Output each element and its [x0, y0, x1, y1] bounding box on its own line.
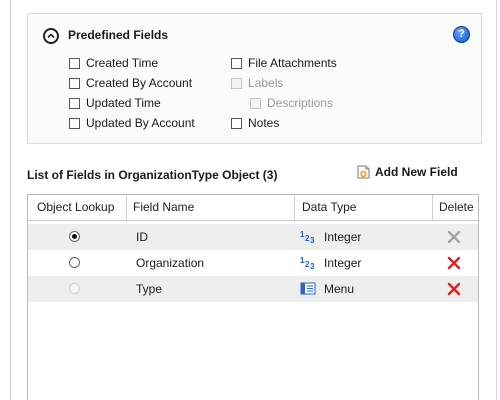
checkbox-box[interactable] [231, 57, 242, 69]
column-divider [432, 195, 433, 220]
table-row: Type Menu [28, 276, 478, 302]
checkbox-updated-by-account[interactable]: Updated By Account [69, 116, 195, 130]
field-name-cell: ID [136, 230, 148, 244]
column-data-type[interactable]: Data Type [302, 195, 356, 220]
data-type-cell: Menu [324, 282, 355, 296]
object-lookup-radio[interactable] [69, 231, 80, 242]
checkbox-notes[interactable]: Notes [231, 116, 279, 130]
checkbox-created-by-account[interactable]: Created By Account [69, 76, 192, 90]
add-new-field-label: Add New Field [375, 165, 458, 179]
checkbox-label: Notes [248, 116, 280, 130]
checkbox-file-attachments[interactable]: File Attachments [231, 56, 337, 70]
predefined-fields-panel: Predefined Fields ? Created Time Created… [27, 13, 482, 144]
object-lookup-radio [69, 283, 80, 294]
checkbox-label: Created By Account [86, 76, 193, 90]
checkbox-descriptions: Descriptions [250, 96, 333, 110]
checkbox-box-disabled [231, 77, 242, 89]
table-header: Object Lookup Field Name Data Type Delet… [28, 195, 478, 221]
data-type-cell: Integer [324, 256, 362, 270]
field-name-cell: Organization [136, 256, 205, 270]
integer-icon: 1 2 3 [300, 256, 316, 271]
checkbox-box[interactable] [69, 57, 80, 69]
predefined-fields-title: Predefined Fields [68, 28, 169, 42]
checkbox-label: Labels [248, 76, 284, 90]
data-type-cell: Integer [324, 230, 362, 244]
fields-list-title: List of Fields in OrganizationType Objec… [27, 168, 278, 182]
checkbox-label: Descriptions [267, 96, 334, 110]
menu-icon [300, 282, 316, 296]
svg-text:3: 3 [310, 262, 315, 270]
checkbox-label: Updated By Account [86, 116, 195, 130]
add-document-icon [357, 165, 370, 179]
checkbox-label: Updated Time [86, 96, 161, 110]
collapse-chevron-up-icon[interactable] [43, 28, 59, 44]
left-frame-border [10, 0, 11, 400]
delete-disabled-icon [447, 230, 461, 244]
checkbox-box-disabled [250, 97, 261, 109]
table-row: ID 1 2 3 Integer [28, 224, 478, 250]
object-lookup-radio[interactable] [69, 257, 80, 268]
svg-text:3: 3 [310, 236, 315, 244]
add-new-field-button[interactable]: Add New Field [357, 165, 458, 179]
checkbox-box[interactable] [69, 117, 80, 129]
column-divider [126, 195, 127, 220]
column-delete[interactable]: Delete [439, 195, 474, 220]
delete-icon[interactable] [447, 256, 461, 270]
column-divider [294, 195, 295, 220]
checkbox-box[interactable] [69, 77, 80, 89]
delete-icon[interactable] [447, 282, 461, 296]
checkbox-label: File Attachments [248, 56, 337, 70]
integer-icon: 1 2 3 [300, 230, 316, 245]
checkbox-updated-time[interactable]: Updated Time [69, 96, 161, 110]
field-name-cell: Type [136, 282, 163, 296]
checkbox-labels: Labels [231, 76, 283, 90]
checkbox-box[interactable] [231, 117, 242, 129]
checkbox-label: Created Time [86, 56, 159, 70]
table-row: Organization 1 2 3 Integer [28, 250, 478, 276]
right-frame-border [496, 0, 497, 400]
checkbox-created-time[interactable]: Created Time [69, 56, 158, 70]
checkbox-box[interactable] [69, 97, 80, 109]
column-object-lookup[interactable]: Object Lookup [37, 195, 114, 220]
fields-table: Object Lookup Field Name Data Type Delet… [27, 194, 479, 400]
help-icon[interactable]: ? [453, 26, 470, 43]
column-field-name[interactable]: Field Name [133, 195, 194, 220]
